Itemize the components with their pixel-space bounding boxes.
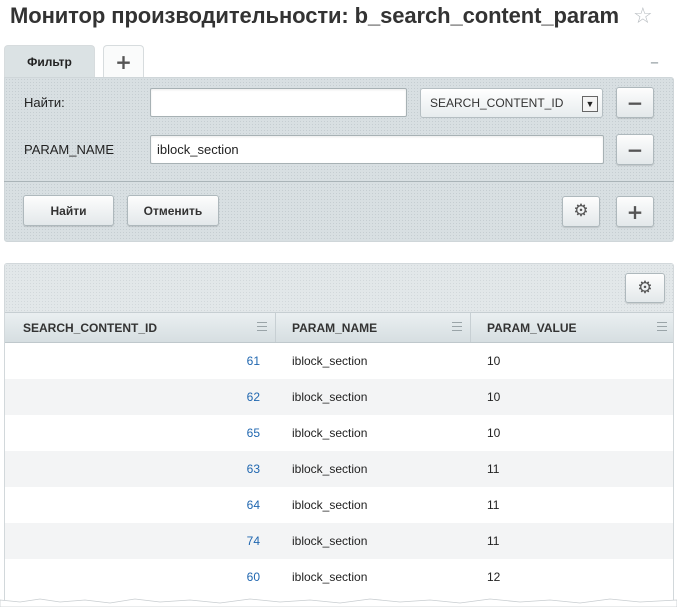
add-field-button[interactable]: +: [616, 196, 654, 227]
param-name-cell: iblock_section: [292, 354, 368, 368]
find-field-select[interactable]: SEARCH_CONTENT_ID ▼: [420, 88, 603, 118]
param-value-cell: 11: [487, 534, 500, 548]
search-content-id-link[interactable]: 63: [5, 451, 260, 487]
param-name-cell: iblock_section: [292, 426, 368, 440]
param-value-cell: 12: [487, 570, 501, 584]
param-name-cell: iblock_section: [292, 498, 368, 512]
param-name-cell: iblock_section: [292, 570, 368, 584]
menu-icon[interactable]: [452, 322, 462, 331]
grid-toolbar: [5, 264, 673, 312]
column-header-param-name[interactable]: PARAM_NAME: [276, 313, 471, 342]
gear-icon: ⚙: [573, 201, 589, 221]
grid-settings-button[interactable]: ⚙: [625, 273, 665, 303]
remove-param-name-field-button[interactable]: −: [616, 134, 654, 165]
param-name-label: PARAM_NAME: [24, 142, 115, 157]
table-row[interactable]: 62 iblock_section 10: [5, 379, 673, 415]
column-header-label: PARAM_VALUE: [487, 320, 577, 335]
param-value-cell: 11: [487, 462, 500, 476]
tab-filter[interactable]: Фильтр: [4, 45, 95, 77]
param-name-input[interactable]: iblock_section: [150, 135, 604, 164]
page-title: Монитор производительности: b_search_con…: [10, 3, 620, 28]
param-value-cell: 10: [487, 390, 501, 404]
find-field-select-value: SEARCH_CONTENT_ID: [430, 96, 564, 110]
grid-header: SEARCH_CONTENT_ID PARAM_NAME PARAM_VALUE: [5, 312, 673, 343]
param-name-cell: iblock_section: [292, 390, 368, 404]
table-row[interactable]: 61 iblock_section 10: [5, 343, 673, 379]
menu-icon[interactable]: [657, 322, 667, 331]
chevron-down-icon: ▼: [582, 96, 598, 112]
search-content-id-link[interactable]: 65: [5, 415, 260, 451]
data-grid: ⚙ SEARCH_CONTENT_ID PARAM_NAME PARAM_VAL…: [4, 263, 674, 607]
cancel-button[interactable]: Отменить: [127, 195, 219, 226]
filter-divider: [4, 181, 674, 182]
find-button[interactable]: Найти: [23, 195, 114, 226]
menu-icon[interactable]: [257, 322, 267, 331]
table-row[interactable]: 64 iblock_section 11: [5, 487, 673, 523]
star-icon[interactable]: ☆: [633, 4, 653, 29]
tab-filter-label: Фильтр: [27, 54, 72, 69]
plus-icon: +: [626, 199, 644, 224]
minus-icon: −: [626, 90, 644, 115]
search-content-id-link[interactable]: 74: [5, 523, 260, 559]
table-row[interactable]: 63 iblock_section 11: [5, 451, 673, 487]
filter-settings-button[interactable]: ⚙: [562, 196, 600, 227]
minus-icon: −: [626, 137, 644, 162]
torn-edge: [0, 598, 677, 607]
search-content-id-link[interactable]: 64: [5, 487, 260, 523]
column-header-label: PARAM_NAME: [292, 320, 378, 335]
param-value-cell: 10: [487, 426, 501, 440]
table-row[interactable]: 74 iblock_section 11: [5, 523, 673, 559]
column-header-label: SEARCH_CONTENT_ID: [23, 320, 158, 335]
table-row[interactable]: 60 iblock_section 12: [5, 559, 673, 595]
find-label: Найти:: [24, 95, 65, 110]
param-value-cell: 10: [487, 354, 501, 368]
search-content-id-link[interactable]: 60: [5, 559, 260, 595]
add-filter-tab-button[interactable]: +: [103, 45, 144, 77]
plus-icon: +: [115, 49, 132, 74]
param-name-cell: iblock_section: [292, 462, 368, 476]
minus-icon[interactable]: –: [650, 52, 659, 73]
column-header-search-content-id[interactable]: SEARCH_CONTENT_ID: [5, 313, 276, 342]
search-content-id-link[interactable]: 61: [5, 343, 260, 379]
gear-icon: ⚙: [637, 277, 653, 298]
search-content-id-link[interactable]: 62: [5, 379, 260, 415]
remove-find-field-button[interactable]: −: [616, 87, 654, 118]
table-row[interactable]: 65 iblock_section 10: [5, 415, 673, 451]
param-value-cell: 11: [487, 498, 500, 512]
column-header-param-value[interactable]: PARAM_VALUE: [471, 313, 673, 342]
find-input[interactable]: [150, 88, 407, 117]
param-name-cell: iblock_section: [292, 534, 368, 548]
